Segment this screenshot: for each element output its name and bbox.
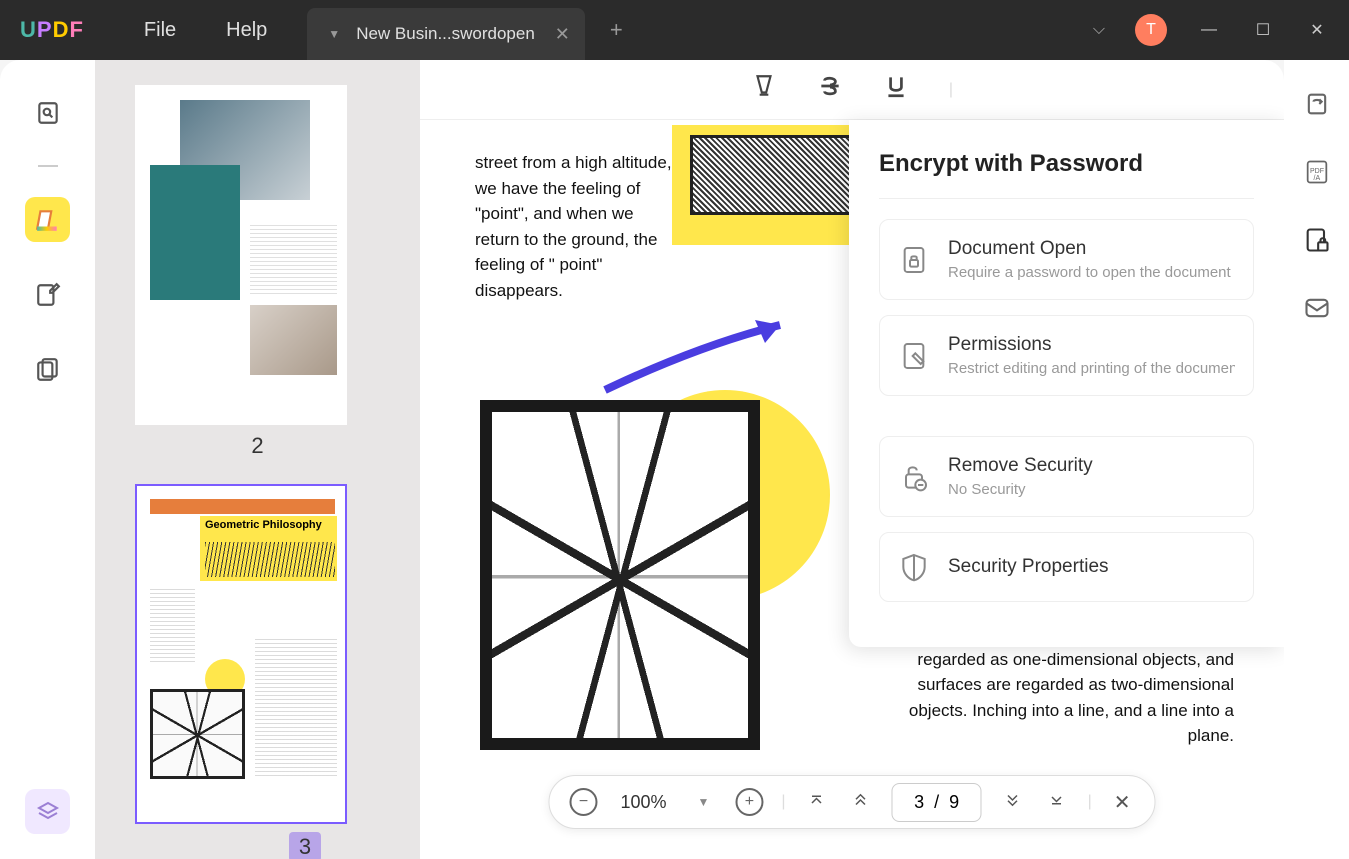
- zoom-dropdown-icon[interactable]: ▼: [690, 795, 718, 809]
- zoom-in-button[interactable]: +: [735, 788, 763, 816]
- rotate-tool[interactable]: [1303, 90, 1331, 123]
- thumbnail-page-2[interactable]: [135, 85, 347, 425]
- maximize-button[interactable]: ☐: [1251, 20, 1275, 40]
- lock-document-icon: [898, 244, 930, 276]
- main-document-view: | street from a high altitude, we have t…: [420, 60, 1284, 859]
- prev-page-button[interactable]: [848, 791, 874, 814]
- highlight-icon[interactable]: [751, 73, 777, 106]
- page-text-1: street from a high altitude, we have the…: [475, 150, 675, 303]
- encrypt-security-properties[interactable]: Security Properties: [879, 532, 1254, 602]
- titlebar: UPDF File Help ▼ New Busin...swordopen ✕…: [0, 0, 1349, 60]
- thumbnail-label: 2: [135, 433, 380, 459]
- annotation-toolbar: |: [420, 60, 1284, 120]
- avatar[interactable]: T: [1135, 14, 1167, 46]
- encrypt-permissions[interactable]: Permissions Restrict editing and printin…: [879, 315, 1254, 396]
- close-toolbar-button[interactable]: ✕: [1110, 790, 1135, 815]
- encrypt-panel: Encrypt with Password Document Open Requ…: [849, 120, 1284, 647]
- left-toolbar: [0, 60, 95, 859]
- encrypt-panel-title: Encrypt with Password: [879, 150, 1254, 199]
- reader-tool[interactable]: [25, 90, 70, 135]
- thumbnail-panel: 2 Geometric Philosophy 3: [95, 60, 420, 859]
- zoom-level: 100%: [615, 792, 671, 813]
- strikethrough-icon[interactable]: [817, 73, 843, 106]
- right-toolbar: PDF/A: [1284, 60, 1349, 859]
- encrypt-document-open[interactable]: Document Open Require a password to open…: [879, 219, 1254, 300]
- thumbnail-page-3[interactable]: Geometric Philosophy: [135, 484, 347, 824]
- svg-text:/A: /A: [1313, 175, 1320, 182]
- encrypt-remove-security[interactable]: Remove Security No Security: [879, 436, 1254, 517]
- toolbar-divider: |: [949, 81, 953, 99]
- svg-text:PDF: PDF: [1310, 168, 1324, 175]
- layers-button[interactable]: [25, 789, 70, 834]
- page-input[interactable]: [892, 783, 982, 822]
- permissions-icon: [898, 340, 930, 372]
- shield-icon: [898, 551, 930, 583]
- close-icon[interactable]: ✕: [555, 24, 570, 45]
- app-logo: UPDF: [20, 17, 84, 43]
- underline-icon[interactable]: [883, 73, 909, 106]
- annotation-arrow: [600, 315, 810, 395]
- pages-tool[interactable]: [25, 347, 70, 392]
- pdfa-tool[interactable]: PDF/A: [1303, 158, 1331, 191]
- menu-file[interactable]: File: [144, 19, 176, 42]
- zoom-out-button[interactable]: −: [569, 788, 597, 816]
- page-image-1: [690, 135, 860, 215]
- document-tab[interactable]: ▼ New Busin...swordopen ✕: [307, 8, 585, 60]
- menu-help[interactable]: Help: [226, 19, 267, 42]
- page-image-2: [480, 400, 760, 750]
- bottom-toolbar: − 100% ▼ + | | ✕: [548, 775, 1155, 829]
- new-tab-button[interactable]: +: [610, 17, 623, 43]
- thumbnail-label-active: 3: [289, 832, 321, 859]
- minimize-button[interactable]: —: [1197, 21, 1221, 39]
- share-tool[interactable]: [1303, 294, 1331, 327]
- tab-dropdown-icon[interactable]: ▼: [322, 25, 346, 43]
- comment-tool[interactable]: [25, 197, 70, 242]
- first-page-button[interactable]: [804, 791, 830, 814]
- unlock-icon: [898, 461, 930, 493]
- close-window-button[interactable]: ✕: [1305, 20, 1329, 40]
- chevron-down-icon[interactable]: ⌵: [1093, 21, 1105, 39]
- protect-tool[interactable]: [1303, 226, 1331, 259]
- edit-tool[interactable]: [25, 272, 70, 317]
- tab-title: New Busin...swordopen: [356, 24, 535, 44]
- next-page-button[interactable]: [1000, 791, 1026, 814]
- last-page-button[interactable]: [1044, 791, 1070, 814]
